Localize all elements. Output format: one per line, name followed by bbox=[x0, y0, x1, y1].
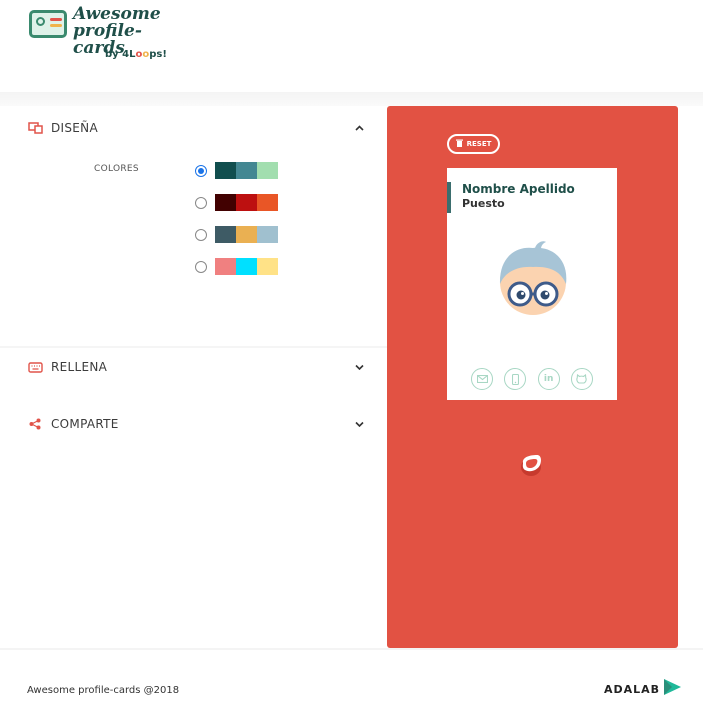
header-divider bbox=[0, 92, 703, 106]
palette-1-swatch-1 bbox=[215, 162, 236, 179]
card-job: Puesto bbox=[462, 197, 505, 210]
reset-button[interactable]: RESET bbox=[447, 134, 500, 154]
phone-icon[interactable] bbox=[504, 368, 527, 390]
profile-card-logo-icon bbox=[29, 10, 67, 38]
app-logo[interactable]: Awesome profile-cards by 4Loops! bbox=[27, 6, 187, 68]
palette-2-swatch-3 bbox=[257, 194, 278, 211]
avatar bbox=[491, 240, 575, 330]
section-fill-title: RELLENA bbox=[51, 360, 108, 374]
palette-2-swatch-1 bbox=[215, 194, 236, 211]
palette-1-swatch-3 bbox=[257, 162, 278, 179]
loading-spinner-icon bbox=[517, 451, 545, 479]
palette-radio-3[interactable] bbox=[195, 228, 207, 241]
email-icon[interactable] bbox=[471, 368, 493, 390]
palette-option-2[interactable] bbox=[195, 194, 278, 211]
footer-divider bbox=[0, 648, 703, 650]
palette-1-swatch-2 bbox=[236, 162, 257, 179]
header: Awesome profile-cards by 4Loops! bbox=[0, 0, 703, 92]
palette-3-swatch-1 bbox=[215, 226, 236, 243]
adalab-arrow-icon bbox=[662, 678, 682, 701]
keyboard-icon bbox=[27, 360, 43, 374]
share-icon bbox=[27, 417, 43, 431]
palette-radio-1[interactable] bbox=[195, 164, 207, 177]
colors-label: COLORES bbox=[94, 164, 139, 174]
palette-2-swatch-2 bbox=[236, 194, 257, 211]
design-icon bbox=[27, 121, 43, 135]
section-design-title: DISEÑA bbox=[51, 121, 98, 135]
palette-4-swatch-2 bbox=[236, 258, 257, 275]
palette-option-1[interactable] bbox=[195, 162, 278, 179]
logo-byline: by 4Loops! bbox=[105, 49, 167, 60]
palette-option-4[interactable] bbox=[195, 258, 278, 275]
palette-3-swatch-2 bbox=[236, 226, 257, 243]
trash-icon bbox=[455, 139, 463, 149]
palette-4-swatch-3 bbox=[257, 258, 278, 275]
card-accent-bar bbox=[447, 182, 451, 213]
chevron-down-icon[interactable] bbox=[353, 419, 365, 430]
chevron-up-icon[interactable] bbox=[353, 123, 365, 134]
github-icon[interactable] bbox=[570, 368, 593, 390]
section-design-header[interactable]: DISEÑA bbox=[27, 121, 365, 135]
card-socials: in bbox=[471, 368, 593, 390]
footer-copyright: Awesome profile-cards @2018 bbox=[27, 685, 180, 696]
section-share-header[interactable]: COMPARTE bbox=[27, 417, 365, 431]
linkedin-icon[interactable]: in bbox=[537, 368, 560, 390]
adalab-logo[interactable]: ADALAB bbox=[604, 678, 682, 701]
section-divider bbox=[0, 346, 387, 348]
reset-label: RESET bbox=[466, 140, 492, 148]
section-share-title: COMPARTE bbox=[51, 417, 119, 431]
card-name: Nombre Apellido bbox=[462, 182, 575, 196]
profile-card: Nombre Apellido Puesto in bbox=[447, 168, 617, 400]
palette-radio-4[interactable] bbox=[195, 260, 207, 273]
palette-4-swatch-1 bbox=[215, 258, 236, 275]
palette-3-swatch-3 bbox=[257, 226, 278, 243]
palette-option-3[interactable] bbox=[195, 226, 278, 243]
chevron-down-icon[interactable] bbox=[353, 362, 365, 373]
adalab-text: ADALAB bbox=[604, 683, 661, 696]
section-fill-header[interactable]: RELLENA bbox=[27, 360, 365, 374]
palette-radio-2[interactable] bbox=[195, 196, 207, 209]
